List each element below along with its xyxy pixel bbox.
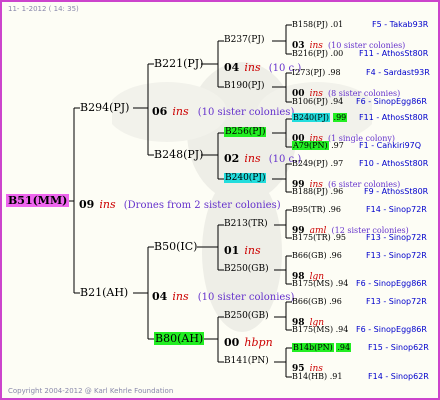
l4-node[interactable]: B158(PJ) .01 (292, 21, 343, 29)
l2-generation: 02 ins (10 c.) (224, 152, 302, 165)
pedigree-frame: 11- 1-2012 ( 14: 35) B51(MM) 09 ins (Dro… (0, 0, 440, 400)
l4-node[interactable]: B106(PJ) .94 (292, 98, 343, 106)
l4-source: F6 - SinopEgg86R (356, 325, 427, 334)
l4-node[interactable]: B175(TR) .95 (292, 234, 346, 242)
l4-node[interactable]: B66(GB) .96 (292, 252, 342, 260)
l4-source: F13 - Sinop72R (366, 233, 427, 242)
l2-generation: 01 ins (224, 244, 261, 257)
l3-node[interactable]: B213(TR) (224, 220, 268, 229)
l3-node[interactable]: B250(GB) (224, 265, 269, 274)
l4-source: F6 - SinopEgg86R (356, 97, 427, 106)
l4-node[interactable]: B175(MS) .94 (292, 280, 348, 288)
l4-node[interactable]: B14b(PN) .94 (292, 343, 352, 352)
l4-node[interactable]: B216(PJ) .00 (292, 50, 343, 58)
l1-generation-maternal: 04 ins (10 sister colonies) (152, 290, 295, 303)
l4-node[interactable]: B249(PJ) .97 (292, 160, 343, 168)
l4-source: F4 - Sardast93R (366, 68, 430, 77)
l3-node[interactable]: B190(PJ) (224, 82, 264, 91)
l4-source: F5 - Takab93R (372, 20, 429, 29)
l3-node[interactable]: B256(PJ) (224, 127, 267, 137)
l4-node[interactable]: B188(PJ) .96 (292, 188, 343, 196)
l4-node[interactable]: B14(HB) .91 (292, 373, 342, 381)
l4-source: F11 - AthosSt80R (359, 113, 429, 122)
l4-source: F11 - AthosSt80R (359, 49, 429, 58)
l1-node-maternal[interactable]: B21(AH) (80, 287, 128, 298)
footer-copyright: Copyright 2004-2012 @ Karl Kehrle Founda… (8, 387, 174, 395)
l2-node[interactable]: B248(PJ) (154, 149, 203, 160)
l3-node[interactable]: B141(PN) (224, 357, 269, 366)
l2-node[interactable]: B50(IC) (154, 241, 197, 252)
l4-node[interactable]: B240(PJ) .99 (292, 113, 348, 122)
l4-node[interactable]: B175(MS) .94 (292, 326, 348, 334)
root-generation: 09 ins (Drones from 2 sister colonies) (79, 198, 281, 211)
l3-node[interactable]: B250(GB) (224, 312, 269, 321)
l2-node[interactable]: B80(AH) (154, 332, 205, 345)
l4-source: F10 - AthosSt80R (359, 159, 429, 168)
l4-node[interactable]: A79(PN) .97 (292, 141, 344, 150)
l2-generation: 04 ins (10 c.) (224, 61, 302, 74)
l4-node[interactable]: B66(GB) .96 (292, 298, 342, 306)
l4-source: F1 - Cankiri97Q (359, 141, 422, 150)
l4-source: F6 - SinopEgg86R (356, 279, 427, 288)
root-id: B51(MM) (6, 194, 70, 207)
l1-generation-paternal: 06 ins (10 sister colonies) (152, 105, 295, 118)
l4-source: F9 - AthosSt80R (364, 187, 429, 196)
l4-node[interactable]: B95(TR) .96 (292, 206, 341, 214)
l1-node-paternal[interactable]: B294(PJ) (80, 102, 129, 113)
l4-source: F15 - Sinop62R (368, 343, 429, 352)
l4-source: F13 - Sinop72R (366, 251, 427, 260)
l3-node[interactable]: B237(PJ) (224, 36, 264, 45)
l2-generation: 00 hbpn (224, 336, 273, 349)
l3-node[interactable]: B240(PJ) (224, 173, 267, 183)
l4-source: F13 - Sinop72R (366, 297, 427, 306)
l4-source: F14 - Sinop62R (368, 372, 429, 381)
l4-source: F14 - Sinop72R (366, 205, 427, 214)
l4-node[interactable]: I273(PJ) .98 (292, 69, 341, 77)
root-node[interactable]: B51(MM) (6, 194, 70, 207)
l2-node[interactable]: B221(PJ) (154, 58, 203, 69)
